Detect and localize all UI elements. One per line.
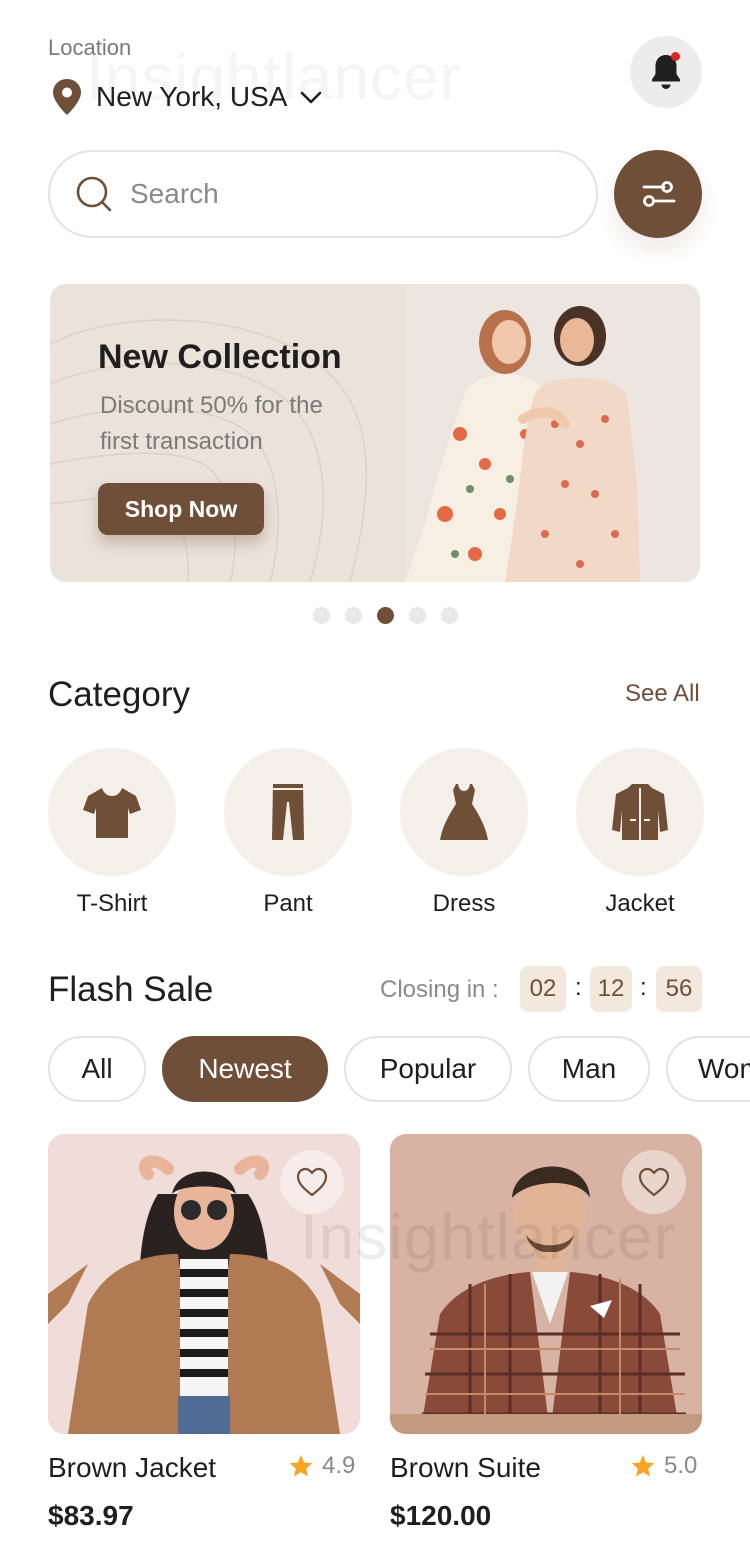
filter-chip-man[interactable]: Man: [528, 1036, 650, 1102]
location-label: Location: [48, 35, 132, 60]
carousel-dot[interactable]: [409, 607, 426, 624]
category-label: Dress: [432, 890, 496, 917]
category-label: Jacket: [605, 890, 675, 917]
search-bar[interactable]: [48, 150, 598, 238]
filter-sliders-icon: [642, 181, 676, 207]
timer-minutes: 12: [590, 966, 632, 1012]
star-icon: [631, 1455, 655, 1477]
filter-chip-woman[interactable]: Woman: [666, 1036, 750, 1102]
search-input[interactable]: [130, 178, 530, 210]
filter-chip-all[interactable]: All: [48, 1036, 146, 1102]
shop-now-button[interactable]: Shop Now: [98, 483, 264, 535]
flash-sale-title: Flash Sale: [48, 970, 214, 1009]
carousel-dot[interactable]: [441, 607, 458, 624]
category-label: Pant: [263, 890, 313, 917]
heart-icon: [638, 1167, 670, 1197]
product-name[interactable]: Brown Jacket: [48, 1452, 216, 1484]
product-rating: 5.0: [630, 1452, 697, 1480]
chevron-down-icon: [301, 91, 322, 104]
heart-icon: [296, 1167, 328, 1197]
carousel-dot[interactable]: [345, 607, 362, 624]
timer-separator: :: [575, 974, 582, 1001]
pant-icon: [272, 784, 304, 840]
category-label: T-Shirt: [76, 890, 148, 917]
carousel-dot[interactable]: [313, 607, 330, 624]
timer-hours: 02: [520, 966, 566, 1012]
jacket-icon: [612, 784, 668, 840]
rating-value: 4.9: [322, 1452, 356, 1479]
notification-button[interactable]: [630, 36, 702, 108]
tshirt-icon: [83, 788, 141, 838]
banner-carousel-dots: [313, 607, 473, 624]
see-all-link[interactable]: See All: [625, 680, 700, 708]
category-item-dress[interactable]: Dress: [400, 748, 528, 918]
filter-chip-newest[interactable]: Newest: [162, 1036, 328, 1102]
location-value: New York, USA: [96, 81, 288, 112]
closing-label: Closing in :: [380, 976, 499, 1003]
dress-icon: [440, 784, 488, 840]
filter-button[interactable]: [614, 150, 702, 238]
location-pin-icon: [53, 79, 81, 115]
location-selector[interactable]: New York, USA: [50, 78, 325, 116]
category-title: Category: [48, 675, 191, 714]
product-price: $83.97: [48, 1500, 134, 1531]
category-item-pant[interactable]: Pant: [224, 748, 352, 918]
category-item-jacket[interactable]: Jacket: [576, 748, 704, 918]
notification-dot: [671, 52, 680, 61]
star-icon: [289, 1455, 313, 1477]
search-icon: [76, 176, 112, 212]
timer-separator: :: [640, 974, 647, 1001]
rating-value: 5.0: [664, 1452, 698, 1479]
product-rating: 4.9: [288, 1452, 355, 1480]
banner-title: New Collection: [98, 338, 342, 376]
timer-seconds: 56: [656, 966, 702, 1012]
product-image-brown-jacket[interactable]: [48, 1134, 360, 1434]
product-name[interactable]: Brown Suite: [390, 1452, 541, 1484]
product-price: $120.00: [390, 1500, 492, 1531]
product-image-brown-suite[interactable]: [390, 1134, 702, 1434]
banner-subtitle: Discount 50% for the first transaction: [100, 392, 323, 455]
promo-banner[interactable]: New Collection Discount 50% for the firs…: [50, 284, 700, 582]
favorite-button[interactable]: [622, 1150, 686, 1214]
filter-chip-popular[interactable]: Popular: [344, 1036, 512, 1102]
carousel-dot-active[interactable]: [377, 607, 394, 624]
category-item-tshirt[interactable]: T-Shirt: [48, 748, 176, 918]
favorite-button[interactable]: [280, 1150, 344, 1214]
banner-models-photo: [405, 284, 700, 582]
